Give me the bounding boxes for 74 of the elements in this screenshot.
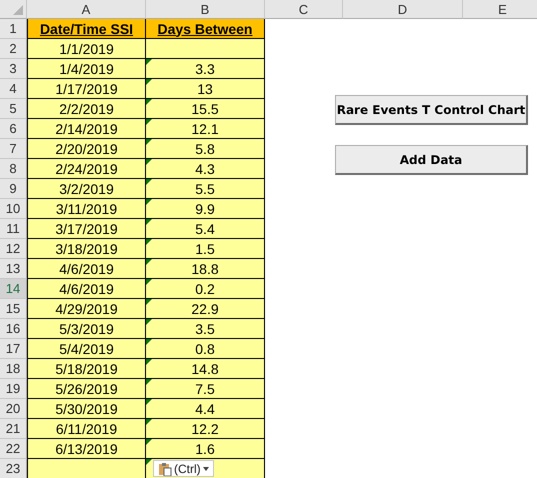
macro-button[interactable]: Rare Events T Control Chart [335, 95, 528, 125]
cell-value: 22.9 [191, 300, 219, 316]
cell-value: 3.3 [195, 60, 215, 76]
row-header[interactable]: 18 [0, 359, 27, 379]
cell-value: 4.3 [195, 160, 215, 176]
row-header[interactable]: 9 [0, 179, 27, 199]
cell-value: 1.5 [195, 240, 215, 256]
row-header[interactable]: 6 [0, 119, 27, 139]
row-header[interactable]: 21 [0, 419, 27, 439]
cell-value: 18.8 [191, 260, 219, 276]
paste-options-button[interactable]: (Ctrl) [153, 460, 214, 477]
table-cell: 1/17/2019 [27, 79, 146, 99]
table-cell: 4/6/2019 [27, 279, 146, 299]
row-header[interactable]: 2 [0, 39, 27, 59]
cell-value: 7.5 [195, 380, 215, 396]
row-header[interactable]: 17 [0, 339, 27, 359]
cell-value: 12.1 [191, 120, 219, 136]
table-cell: 1/4/2019 [27, 59, 146, 79]
table-cell: 5/30/2019 [27, 399, 146, 419]
row-header[interactable]: 8 [0, 159, 27, 179]
cell-value: 4.4 [195, 400, 215, 416]
row-header[interactable]: 11 [0, 219, 27, 239]
cell-value: 0.2 [195, 280, 215, 296]
table-cell: 2/2/2019 [27, 99, 146, 119]
cell-value: 1.6 [195, 440, 215, 456]
row-header[interactable]: 10 [0, 199, 27, 219]
row-header[interactable]: 12 [0, 239, 27, 259]
table-cell: 5/26/2019 [27, 379, 146, 399]
table-cell: 4/6/2019 [27, 259, 146, 279]
row-header[interactable]: 4 [0, 79, 27, 99]
table-cell: 2/24/2019 [27, 159, 146, 179]
table-cell: 2/20/2019 [27, 139, 146, 159]
row-header[interactable]: 13 [0, 259, 27, 279]
table-cell: 2/14/2019 [27, 119, 146, 139]
cell-value: 12.2 [191, 420, 219, 436]
table-cell: 1/1/2019 [27, 39, 146, 59]
column-header[interactable]: B [146, 0, 265, 19]
header-cell: Date/Time SSI [27, 19, 146, 39]
cell-value: 15.5 [191, 100, 219, 116]
cell-value: 13 [197, 80, 213, 96]
cell-value: 0.8 [195, 340, 215, 356]
row-header[interactable]: 16 [0, 319, 27, 339]
table-cell: 3/18/2019 [27, 239, 146, 259]
row-header[interactable]: 7 [0, 139, 27, 159]
table-cell: 4/29/2019 [27, 299, 146, 319]
table-cell: 3/17/2019 [27, 219, 146, 239]
table-cell: 5/4/2019 [27, 339, 146, 359]
table-cell: 6/11/2019 [27, 419, 146, 439]
table-cell: 5/3/2019 [27, 319, 146, 339]
row-header[interactable]: 1 [0, 19, 27, 39]
cell-value: 5.5 [195, 180, 215, 196]
macro-button[interactable]: Add Data [335, 145, 528, 175]
table-cell: 3/11/2019 [27, 199, 146, 219]
cell-value: 3.5 [195, 320, 215, 336]
row-header[interactable]: 15 [0, 299, 27, 319]
column-header[interactable]: D [343, 0, 463, 19]
row-header[interactable]: 20 [0, 399, 27, 419]
cell-value: 5.8 [195, 140, 215, 156]
cell-value: 14.8 [191, 360, 219, 376]
column-header[interactable]: A [27, 0, 146, 19]
column-header[interactable]: C [265, 0, 343, 19]
row-header[interactable]: 5 [0, 99, 27, 119]
cell-value: 5.4 [195, 220, 215, 236]
header-cell: Days Between [146, 19, 265, 39]
table-cell: 3/2/2019 [27, 179, 146, 199]
column-header[interactable]: E [463, 0, 537, 19]
row-header[interactable]: 19 [0, 379, 27, 399]
table-cell: 6/13/2019 [27, 439, 146, 459]
row-header[interactable]: 23 [0, 459, 27, 478]
row-header[interactable]: 3 [0, 59, 27, 79]
row-header[interactable]: 22 [0, 439, 27, 459]
cell-value: 9.9 [195, 200, 215, 216]
row-header[interactable]: 14 [0, 279, 27, 299]
table-cell: 5/18/2019 [27, 359, 146, 379]
